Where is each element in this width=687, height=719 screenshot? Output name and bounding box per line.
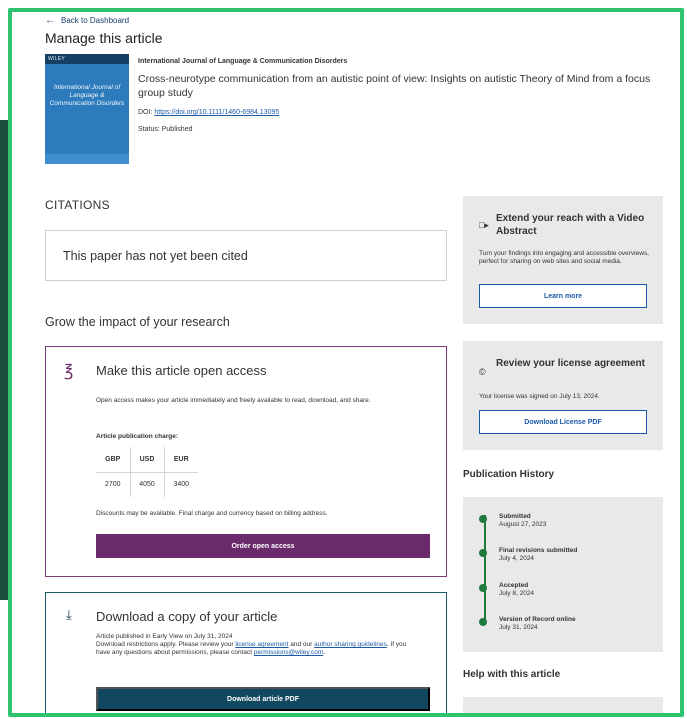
doi-link[interactable]: https://doi.org/10.1111/1460-6984.13095 (154, 109, 279, 116)
timeline-text: Submitted August 27, 2023 (499, 513, 546, 529)
copyright-icon: © (479, 367, 486, 377)
page-title: Manage this article (45, 30, 163, 46)
price-table: GBP USD EUR 2700 4050 3400 (96, 447, 198, 497)
restrictions-text-a: Download restrictions apply. Please revi… (96, 641, 236, 648)
grow-impact-heading: Grow the impact of your research (45, 315, 230, 329)
learn-more-button[interactable]: Learn more (479, 284, 647, 308)
cover-footer (45, 154, 129, 164)
timeline-label: Final revisions submitted (499, 547, 578, 554)
currency-gbp: GBP (96, 447, 131, 473)
price-table-header: GBP USD EUR (96, 447, 198, 473)
download-license-pdf-button[interactable]: Download License PDF (479, 410, 647, 434)
timeline-dot (479, 618, 487, 626)
license-signed-date: Your license was signed on July 13, 2024… (479, 393, 600, 400)
arrow-left-icon: ← (45, 15, 55, 26)
timeline-label: Submitted (499, 513, 531, 520)
restrictions-text-d: . (323, 649, 326, 656)
timeline-item: Accepted July 8, 2024 (479, 582, 534, 598)
download-restrictions: Download restrictions apply. Please revi… (96, 641, 416, 657)
background-strip (0, 120, 8, 600)
timeline-date: July 31, 2024 (499, 624, 538, 631)
timeline-text: Final revisions submitted July 4, 2024 (499, 547, 577, 563)
license-box: © Review your license agreement Your lic… (463, 341, 663, 450)
download-card: ⤓ Download a copy of your article Articl… (45, 592, 447, 713)
license-agreement-link[interactable]: license agreement (235, 641, 288, 648)
currency-eur: EUR (164, 447, 198, 473)
back-link-label: Back to Dashboard (61, 16, 130, 25)
video-camera-icon: □▸ (479, 220, 489, 230)
help-heading: Help with this article (463, 669, 561, 680)
publication-history-box: Submitted August 27, 2023 Final revision… (463, 497, 663, 652)
order-open-access-button[interactable]: Order open access (96, 534, 430, 558)
price-usd: 4050 (130, 472, 165, 497)
publication-history-heading: Publication History (463, 469, 555, 480)
help-box (463, 697, 663, 713)
timeline-dot (479, 584, 487, 592)
doi-label: DOI: (138, 109, 153, 116)
discount-note: Discounts may be available. Final charge… (96, 510, 328, 517)
citations-empty-box: This paper has not yet been cited (45, 230, 447, 281)
back-to-dashboard-link[interactable]: ← Back to Dashboard (45, 15, 129, 26)
video-abstract-title: Extend your reach with a Video Abstract (496, 213, 645, 237)
timeline-label: Version of Record online (499, 616, 576, 623)
journal-name: International Journal of Language & Comm… (138, 58, 348, 65)
timeline-text: Version of Record online July 31, 2024 (499, 616, 576, 632)
price-gbp: 2700 (96, 472, 131, 497)
timeline-dot (479, 549, 487, 557)
video-abstract-box: □▸ Extend your reach with a Video Abstra… (463, 196, 663, 324)
timeline-item: Final revisions submitted July 4, 2024 (479, 547, 577, 563)
download-icon: ⤓ (66, 607, 72, 622)
price-table-row: 2700 4050 3400 (96, 472, 198, 497)
timeline-date: July 8, 2024 (499, 590, 535, 597)
download-title: Download a copy of your article (96, 609, 278, 624)
restrictions-text-b: and our (288, 641, 315, 648)
timeline-text: Accepted July 8, 2024 (499, 582, 534, 598)
video-abstract-description: Turn your findings into engaging and acc… (479, 250, 649, 265)
manage-article-panel: ← Back to Dashboard Manage this article … (12, 12, 680, 713)
timeline-label: Accepted (499, 582, 529, 589)
download-article-pdf-button[interactable]: Download article PDF (96, 687, 430, 711)
download-text: Article published in Early View on July … (96, 633, 416, 657)
timeline-date: August 27, 2023 (499, 521, 547, 528)
citations-heading: CITATIONS (45, 198, 110, 212)
currency-usd: USD (130, 447, 165, 473)
timeline-line (484, 515, 486, 619)
publication-charge-label: Article publication charge: (96, 433, 178, 440)
timeline-dot (479, 515, 487, 523)
permissions-email-link[interactable]: permissions@wiley.com (254, 649, 323, 656)
timeline-item: Submitted August 27, 2023 (479, 513, 546, 529)
timeline-item: Version of Record online July 31, 2024 (479, 616, 576, 632)
open-access-description: Open access makes your article immediate… (96, 397, 371, 404)
article-title: Cross-neurotype communication from an au… (138, 73, 651, 99)
open-access-title: Make this article open access (96, 363, 267, 378)
open-access-card: ℥ Make this article open access Open acc… (45, 346, 447, 577)
article-status: Status: Published (138, 126, 193, 133)
cover-title: International Journal of Language & Comm… (49, 84, 125, 107)
timeline-date: July 4, 2024 (499, 555, 535, 562)
doi-line: DOI: https://doi.org/10.1111/1460-6984.1… (138, 109, 279, 116)
journal-cover-image: WILEY International Journal of Language … (45, 54, 129, 164)
open-lock-icon: ℥ (64, 363, 74, 380)
early-view-date: Article published in Early View on July … (96, 633, 233, 640)
license-title: Review your license agreement (496, 358, 645, 369)
price-eur: 3400 (173, 481, 190, 489)
highlight-frame: ← Back to Dashboard Manage this article … (8, 8, 684, 717)
cover-publisher-text: WILEY (45, 54, 129, 64)
author-sharing-guidelines-link[interactable]: author sharing guidelines (314, 641, 387, 648)
citations-empty-text: This paper has not yet been cited (63, 248, 248, 263)
